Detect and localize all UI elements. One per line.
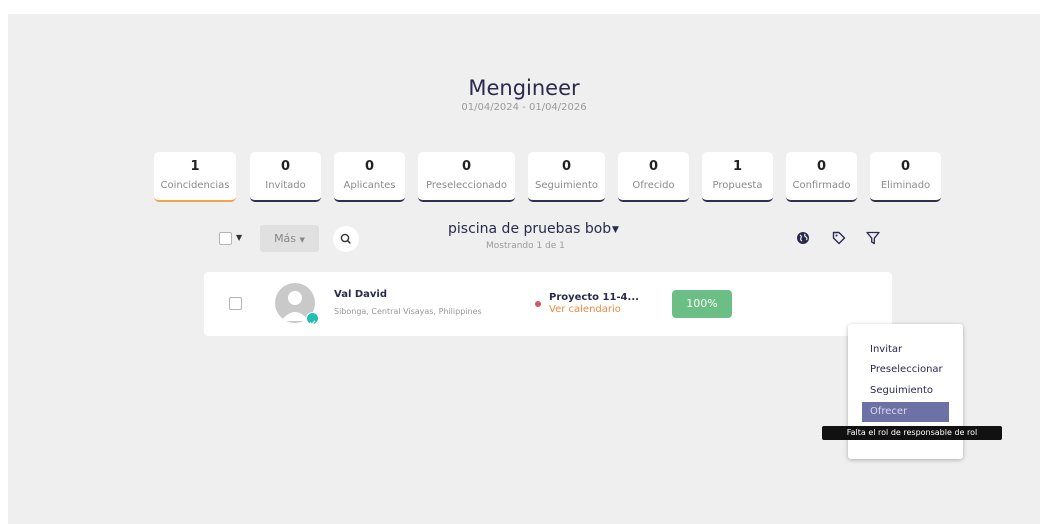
tag-icon[interactable] bbox=[831, 230, 847, 246]
candidate-row[interactable]: Val David Sibonga, Central Visayas, Phil… bbox=[204, 272, 892, 336]
pool-dropdown-caret-icon[interactable]: ▼ bbox=[612, 225, 619, 235]
stage-card-ofrecido[interactable]: 0 Ofrecido bbox=[618, 152, 689, 202]
stage-card-aplicantes[interactable]: 0 Aplicantes bbox=[334, 152, 405, 202]
stage-count: 0 bbox=[364, 159, 375, 174]
stage-label: Aplicantes bbox=[343, 180, 396, 191]
pool-name[interactable]: piscina de pruebas bob bbox=[448, 221, 611, 237]
chevron-down-icon: ▼ bbox=[299, 236, 305, 244]
match-score-badge: 100% bbox=[672, 290, 732, 318]
search-button[interactable] bbox=[333, 226, 359, 252]
stage-count: 0 bbox=[561, 159, 572, 174]
more-actions-label: Más bbox=[274, 232, 297, 245]
stage-card-invitado[interactable]: 0 Invitado bbox=[250, 152, 321, 202]
stage-count: 0 bbox=[900, 159, 911, 174]
select-all-checkbox[interactable] bbox=[219, 232, 232, 245]
page-title: Mengineer bbox=[468, 76, 580, 100]
stage-card-propuesta[interactable]: 1 Propuesta bbox=[702, 152, 773, 202]
stage-card-seguimiento[interactable]: 0 Seguimiento bbox=[528, 152, 605, 202]
stage-label: Ofrecido bbox=[632, 180, 675, 191]
globe-icon[interactable] bbox=[795, 230, 811, 246]
candidate-location: Sibonga, Central Visayas, Philippines bbox=[334, 307, 482, 316]
more-actions-button[interactable]: Más ▼ bbox=[260, 225, 319, 252]
stage-label: Confirmado bbox=[792, 180, 851, 191]
filter-icon[interactable] bbox=[865, 230, 881, 246]
date-range: 01/04/2024 - 01/04/2026 bbox=[461, 102, 587, 113]
tooltip: Falta el rol de responsable de rol bbox=[822, 426, 1002, 440]
stage-card-eliminado[interactable]: 0 Eliminado bbox=[870, 152, 941, 202]
stage-card-preseleccionado[interactable]: 0 Preseleccionado bbox=[418, 152, 515, 202]
stage-label: Eliminado bbox=[880, 180, 931, 191]
verified-badge-icon bbox=[306, 312, 319, 326]
results-count: Mostrando 1 de 1 bbox=[486, 241, 565, 251]
view-calendar-link[interactable]: Ver calendario bbox=[549, 304, 621, 315]
stage-count: 0 bbox=[816, 159, 827, 174]
status-dot-icon bbox=[535, 301, 541, 307]
menu-item-preseleccionar[interactable]: Preseleccionar bbox=[862, 360, 949, 380]
stage-label: Seguimiento bbox=[534, 180, 598, 191]
stage-count: 0 bbox=[648, 159, 659, 174]
stage-card-coincidencias[interactable]: 1 Coincidencias bbox=[154, 152, 236, 202]
stage-label: Coincidencias bbox=[160, 180, 230, 191]
select-dropdown-caret-icon[interactable]: ▼ bbox=[236, 233, 242, 242]
project-name[interactable]: Proyecto 11-4... bbox=[549, 292, 639, 303]
stage-count: 0 bbox=[280, 159, 291, 174]
search-icon bbox=[340, 233, 351, 244]
stage-count: 1 bbox=[732, 159, 743, 174]
menu-item-invitar[interactable]: Invitar bbox=[862, 340, 949, 360]
stage-label: Propuesta bbox=[712, 180, 763, 191]
row-checkbox[interactable] bbox=[229, 297, 242, 310]
stage-count: 1 bbox=[190, 159, 200, 174]
stage-label: Preseleccionado bbox=[425, 180, 507, 191]
stage-card-confirmado[interactable]: 0 Confirmado bbox=[786, 152, 857, 202]
menu-item-ofrecer[interactable]: Ofrecer bbox=[862, 402, 949, 422]
menu-item-seguimiento[interactable]: Seguimiento bbox=[862, 381, 949, 401]
candidate-name[interactable]: Val David bbox=[334, 289, 387, 300]
stage-count: 0 bbox=[461, 159, 472, 174]
stage-label: Invitado bbox=[265, 180, 306, 191]
